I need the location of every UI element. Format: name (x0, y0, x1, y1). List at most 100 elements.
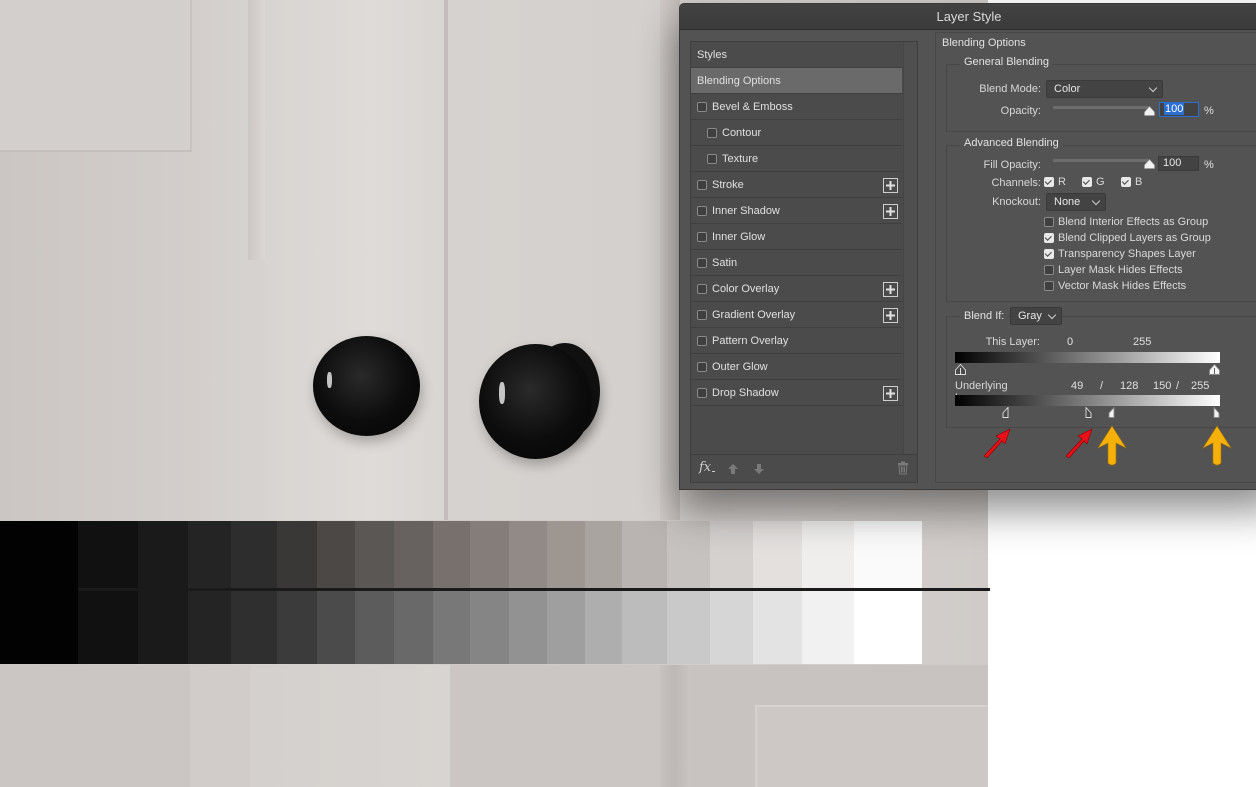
option-blend-clipped-layers-as-group[interactable]: Blend Clipped Layers as Group (1044, 232, 1211, 244)
dialog-titlebar[interactable]: Layer Style (680, 4, 1256, 30)
option-layer-mask-hides-effects[interactable]: Layer Mask Hides Effects (1044, 264, 1183, 276)
style-item-drop-shadow[interactable]: Drop Shadow (691, 380, 902, 406)
checkbox[interactable] (1044, 249, 1054, 259)
opacity-slider-track[interactable] (1053, 106, 1149, 109)
checkbox[interactable] (697, 231, 707, 242)
style-item-bevel-emboss[interactable]: Bevel & Emboss (691, 94, 902, 120)
add-effect-plus-icon[interactable] (883, 282, 898, 297)
knockout-select[interactable]: None (1046, 193, 1106, 211)
checkbox[interactable] (697, 179, 707, 190)
general-blending-group (946, 64, 1256, 132)
style-item-contour[interactable]: Contour (691, 120, 902, 146)
option-blend-interior-effects-as-group[interactable]: Blend Interior Effects as Group (1044, 216, 1208, 228)
checkbox[interactable] (707, 153, 717, 164)
underlying-high-b: 255 (1191, 380, 1210, 392)
wedge-step-top (355, 521, 394, 588)
style-item-inner-shadow[interactable]: Inner Shadow (691, 198, 902, 224)
style-item-blending-options[interactable]: Blending Options (691, 68, 902, 94)
checkbox[interactable] (697, 257, 707, 268)
checkbox[interactable] (697, 205, 707, 216)
underlying-black-slider-right-half[interactable] (1083, 407, 1094, 418)
underlying-high-a: 150 (1153, 380, 1172, 392)
style-item-gradient-overlay[interactable]: Gradient Overlay (691, 302, 902, 328)
wedge-step-bottom (667, 590, 710, 664)
wedge-step-top (394, 521, 433, 588)
door-jamb (660, 0, 680, 520)
add-effect-plus-icon[interactable] (883, 178, 898, 193)
trash-icon[interactable] (897, 461, 909, 480)
blend-mode-select[interactable]: Color (1046, 80, 1163, 98)
checkbox[interactable] (1044, 217, 1054, 227)
fill-opacity-unit: % (1204, 159, 1214, 171)
checkbox[interactable] (1044, 281, 1054, 291)
move-down-icon[interactable] (753, 462, 765, 480)
layer-style-dialog: Layer Style Styles Blending Options Bevel… (679, 3, 1256, 490)
checkbox[interactable] (697, 309, 707, 320)
style-item-outer-glow[interactable]: Outer Glow (691, 354, 902, 380)
wedge-step-bottom (78, 590, 138, 664)
dialog-title: Layer Style (936, 9, 1002, 24)
style-item-label: Blending Options (697, 74, 781, 87)
this-layer-gradient[interactable] (955, 352, 1220, 363)
style-item-pattern-overlay[interactable]: Pattern Overlay (691, 328, 902, 354)
add-effect-plus-icon[interactable] (883, 308, 898, 323)
checkbox[interactable] (1044, 177, 1054, 187)
chevron-down-icon (1047, 310, 1057, 320)
door-lower-1 (0, 665, 190, 787)
checkbox[interactable] (697, 361, 707, 372)
wedge-step-bottom (138, 590, 188, 664)
styles-header[interactable]: Styles (691, 42, 902, 68)
checkbox[interactable] (1044, 265, 1054, 275)
separator: / (1100, 380, 1104, 392)
style-item-texture[interactable]: Texture (691, 146, 902, 172)
underlying-white-slider-left-half[interactable] (1106, 407, 1117, 418)
underlying-layer-gradient[interactable] (955, 395, 1220, 406)
checkbox[interactable] (697, 101, 707, 112)
fill-opacity-slider-track[interactable] (1053, 159, 1149, 162)
styles-header-label: Styles (697, 48, 727, 61)
style-item-label: Texture (722, 152, 759, 165)
add-effect-plus-icon[interactable] (883, 204, 898, 219)
checkbox[interactable] (1082, 177, 1092, 187)
wedge-step-top (317, 521, 355, 588)
opacity-input[interactable]: 100 (1159, 102, 1199, 117)
style-item-stroke[interactable]: Stroke (691, 172, 902, 198)
fx-menu-icon[interactable]: fx (699, 460, 716, 475)
move-up-icon[interactable] (727, 462, 739, 480)
this-layer-white-slider[interactable] (1208, 364, 1220, 375)
checkbox[interactable] (697, 283, 707, 294)
checkbox[interactable] (1044, 233, 1054, 243)
add-effect-plus-icon[interactable] (883, 386, 898, 401)
style-item-label: Satin (712, 256, 738, 269)
channel-r-checkbox[interactable]: R (1044, 176, 1066, 188)
wedge-step-bottom (622, 590, 667, 664)
option-vector-mask-hides-effects[interactable]: Vector Mask Hides Effects (1044, 280, 1186, 292)
style-item-label: Bevel & Emboss (712, 100, 793, 113)
option-label: Transparency Shapes Layer (1058, 248, 1196, 260)
style-item-inner-glow[interactable]: Inner Glow (691, 224, 902, 250)
underlying-black-slider-left-half[interactable] (1000, 407, 1011, 418)
checkbox[interactable] (707, 127, 717, 138)
opacity-slider-thumb[interactable] (1143, 106, 1155, 116)
style-item-satin[interactable]: Satin (691, 250, 902, 276)
wedge-step-top (138, 521, 188, 588)
this-layer-black-slider[interactable] (954, 364, 966, 375)
channel-g-checkbox[interactable]: G (1082, 176, 1105, 188)
blend-if-channel-select[interactable]: Gray (1010, 307, 1062, 325)
style-item-color-overlay[interactable]: Color Overlay (691, 276, 902, 302)
fill-opacity-slider-thumb[interactable] (1143, 159, 1155, 169)
checkbox[interactable] (697, 335, 707, 346)
checkbox[interactable] (1121, 177, 1131, 187)
wedge-step (394, 521, 433, 664)
channel-b-checkbox[interactable]: B (1121, 176, 1142, 188)
option-transparency-shapes-layer[interactable]: Transparency Shapes Layer (1044, 248, 1196, 260)
checkbox[interactable] (697, 387, 707, 398)
fill-opacity-input[interactable]: 100 (1158, 156, 1199, 171)
style-item-label: Stroke (712, 178, 744, 191)
wedge-step-bottom (854, 590, 922, 664)
wedge-step (854, 521, 922, 664)
underlying-white-slider-right-half[interactable] (1211, 407, 1222, 418)
styles-scrollbar[interactable] (903, 42, 917, 454)
door-panel (0, 0, 192, 152)
wedge-step-bottom (188, 590, 231, 664)
